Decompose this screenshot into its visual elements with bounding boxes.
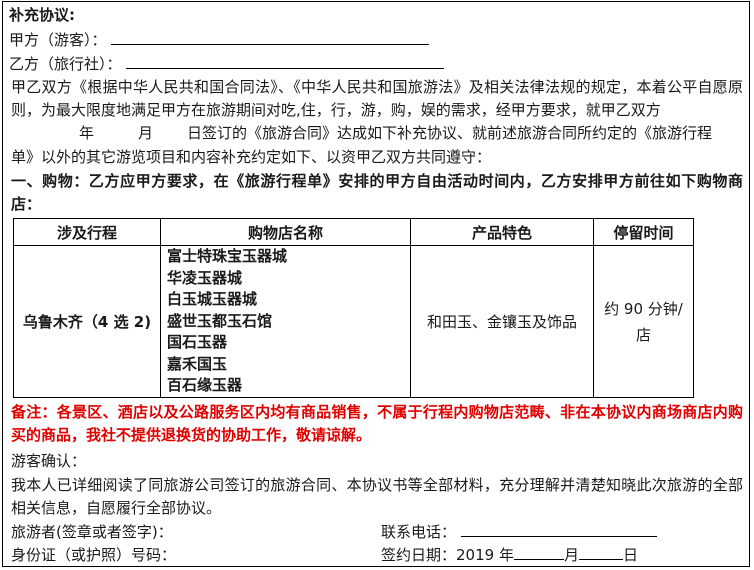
store-name: 嘉禾国玉 bbox=[167, 354, 228, 373]
store-name: 华凌玉器城 bbox=[167, 268, 243, 287]
sign-date-month: 月 bbox=[563, 546, 579, 564]
party-a-field[interactable] bbox=[111, 30, 430, 45]
header-store-name: 购物店名称 bbox=[160, 218, 411, 246]
phone-row: 联系电话： bbox=[381, 521, 657, 543]
sign-date-row: 签约日期：2019 年 月 日 bbox=[381, 544, 638, 566]
confirm-title: 游客确认： bbox=[11, 452, 87, 470]
table-row: 乌鲁木齐（4 选 2) 富士特珠宝玉器城 华凌玉器城 白玉城玉器城 盛世玉都玉石… bbox=[13, 245, 694, 398]
party-b-label: 乙方（旅行社）： bbox=[9, 55, 122, 73]
header-features: 产品特色 bbox=[410, 218, 594, 246]
shop-table: 涉及行程 购物店名称 产品特色 停留时间 乌鲁木齐（4 选 2) 富士特珠宝玉器… bbox=[13, 218, 694, 398]
store-name: 国石玉器 bbox=[167, 333, 228, 352]
id-label: 身份证（或护照）号码： bbox=[11, 546, 177, 564]
stay-line-1: 约 90 分钟/ bbox=[604, 299, 683, 318]
header-route: 涉及行程 bbox=[13, 218, 161, 246]
store-name: 盛世玉都玉石馆 bbox=[167, 311, 273, 330]
intro-end: 单》以外的其它游览项目和内容补充约定如下、以资甲乙双方共同遵守： bbox=[11, 148, 492, 166]
section-shopping: 一、购物：乙方应甲方要求，在《旅游行程单》安排的甲方自由活动时间内，乙方安排甲方… bbox=[11, 172, 743, 213]
party-a-label: 甲方（游客）： bbox=[9, 31, 107, 49]
agreement-page: 补充协议: 甲方（游客）： 乙方（旅行社）： 甲乙双方《根据中华人民共和国合同法… bbox=[2, 1, 750, 567]
store-name: 富士特珠宝玉器城 bbox=[167, 247, 288, 266]
party-b-field[interactable] bbox=[126, 54, 445, 69]
sign-month-field[interactable] bbox=[513, 545, 564, 560]
route-cell: 乌鲁木齐（4 选 2) bbox=[13, 245, 161, 398]
date-year: 年 bbox=[79, 124, 95, 142]
table-header-row: 涉及行程 购物店名称 产品特色 停留时间 bbox=[13, 218, 694, 246]
date-line: 年 月 日签订的《旅游合同》达成如下补充协议、就前述旅游合同所约定的《旅游行程 bbox=[11, 122, 712, 144]
sign-day-field[interactable] bbox=[578, 545, 623, 560]
store-name: 百石缘玉器 bbox=[167, 376, 243, 395]
features-cell: 和田玉、金镶玉及饰品 bbox=[410, 245, 594, 398]
remark-note: 备注：各景区、酒店以及公路服务区内均有商品销售，不属于行程内购物店范畴、非在本协… bbox=[11, 403, 743, 444]
phone-label: 联系电话： bbox=[381, 523, 457, 541]
agreement-title: 补充协议: bbox=[9, 6, 75, 24]
header-stay-time: 停留时间 bbox=[593, 218, 694, 246]
date-month: 月 bbox=[138, 124, 154, 142]
stay-cell: 约 90 分钟/ 店 bbox=[593, 245, 694, 398]
stay-line-2: 店 bbox=[635, 325, 651, 344]
phone-field[interactable] bbox=[460, 522, 657, 537]
tourist-sign-label: 旅游者(签章或者签字)： bbox=[11, 523, 173, 541]
date-day-text: 日签订的《旅游合同》达成如下补充协议、就前述旅游合同所约定的《旅游行程 bbox=[187, 124, 713, 142]
sign-date-label: 签约日期：2019 年 bbox=[381, 546, 514, 564]
stores-cell: 富士特珠宝玉器城 华凌玉器城 白玉城玉器城 盛世玉都玉石馆 国石玉器 嘉禾国玉 … bbox=[160, 245, 411, 398]
party-b-row: 乙方（旅行社）： bbox=[9, 53, 445, 75]
sign-date-day: 日 bbox=[622, 546, 638, 564]
party-a-row: 甲方（游客）： bbox=[9, 29, 430, 51]
confirm-text: 我本人已详细阅读了同旅游公司签订的旅游合同、本协议书等全部材料，充分理解并清楚知… bbox=[11, 476, 743, 517]
store-name: 白玉城玉器城 bbox=[167, 290, 258, 309]
intro-paragraph: 甲乙双方《根据中华人民共和国合同法》、《中华人民共和国旅游法》及相关法律法规的规… bbox=[11, 78, 743, 119]
